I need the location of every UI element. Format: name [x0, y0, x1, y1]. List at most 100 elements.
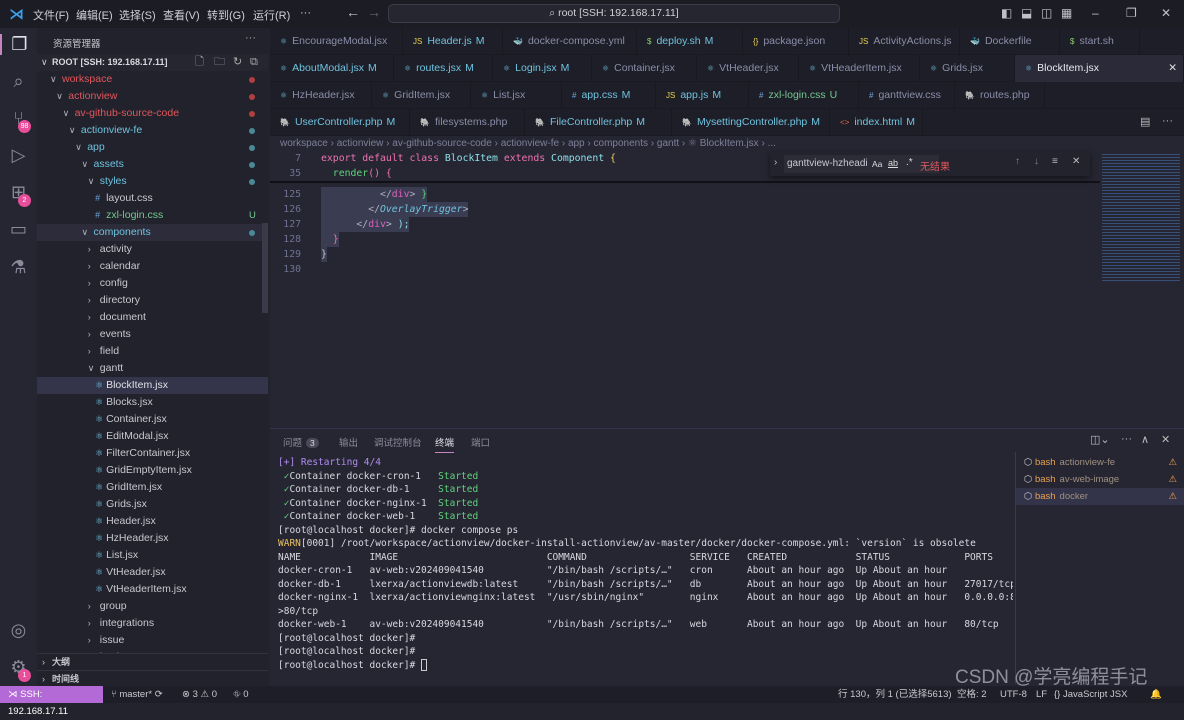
settings-gear-icon[interactable]: ⚙ 1: [0, 657, 37, 682]
breadcrumb-item[interactable]: av-github-source-code: [392, 138, 492, 149]
tab-problems[interactable]: 问题 3: [283, 435, 319, 449]
code-area[interactable]: 7 export default class BlockItem extends …: [270, 151, 1100, 421]
tree-item-calendar[interactable]: › calendar: [37, 258, 268, 275]
terminal-output[interactable]: [+] Restarting 4/4 ✓Container docker-cro…: [278, 456, 1013, 681]
run-debug-icon[interactable]: ▷: [0, 145, 37, 166]
menu-view[interactable]: 查看(V): [163, 7, 200, 23]
remote-explorer-icon[interactable]: ▭: [0, 219, 37, 240]
tab-aboutmodal-jsx[interactable]: ⚛ AboutModal.jsx M: [270, 55, 394, 82]
tree-item-vtheaderitem-jsx[interactable]: ⚛ VtHeaderItem.jsx: [37, 581, 268, 598]
regex-toggle[interactable]: .*: [906, 157, 913, 168]
ports-indicator[interactable]: ⛗ 0: [233, 686, 249, 703]
split-editor-icon[interactable]: ▤: [1140, 115, 1150, 128]
code-line[interactable]: 128 }: [270, 232, 1100, 247]
tab-ports[interactable]: 端口: [471, 435, 490, 449]
tree-item-grids-jsx[interactable]: ⚛ Grids.jsx: [37, 496, 268, 513]
back-arrow-icon[interactable]: ←: [346, 4, 360, 20]
menu-file[interactable]: 文件(F): [33, 7, 69, 23]
tab-hzheader-jsx[interactable]: ⚛ HzHeader.jsx: [270, 82, 372, 109]
code-line[interactable]: 129}: [270, 247, 1100, 262]
tab-deploy-sh[interactable]: $ deploy.sh M: [637, 28, 743, 55]
tree-item-field[interactable]: › field: [37, 343, 268, 360]
terminal-cursor[interactable]: [421, 659, 427, 671]
tab-terminal[interactable]: 终端: [435, 435, 455, 453]
tab-ganttview-css[interactable]: # ganttview.css: [859, 82, 955, 109]
cursor-position[interactable]: 行 130，列 1 (已选择5613): [838, 686, 952, 703]
tree-item-blocks-jsx[interactable]: ⚛ Blocks.jsx: [37, 394, 268, 411]
tree-item-hzheader-jsx[interactable]: ⚛ HzHeader.jsx: [37, 530, 268, 547]
tab-vtheaderitem-jsx[interactable]: ⚛ VtHeaderItem.jsx: [799, 55, 920, 82]
menu-selection[interactable]: 选择(S): [119, 7, 156, 23]
tree-item-actionview-fe[interactable]: ∨ actionview-fe: [37, 122, 268, 139]
tree-item-header-jsx[interactable]: ⚛ Header.jsx: [37, 513, 268, 530]
tab-encouragemodal-jsx[interactable]: ⚛ EncourageModal.jsx: [270, 28, 403, 55]
tree-item-styles[interactable]: ∨ styles: [37, 173, 268, 190]
tree-item-integrations[interactable]: › integrations: [37, 615, 268, 632]
tab-container-jsx[interactable]: ⚛ Container.jsx: [592, 55, 697, 82]
tab-docker-compose-yml[interactable]: 🐳 docker-compose.yml: [503, 28, 637, 55]
toggle-sidebar-icon[interactable]: ◧: [1001, 6, 1012, 20]
tree-item-container-jsx[interactable]: ⚛ Container.jsx: [37, 411, 268, 428]
problems-indicator[interactable]: ⊗ 3 ⚠ 0: [182, 686, 217, 703]
collapse-all-icon[interactable]: ⧉: [250, 54, 258, 71]
tab-blockitem-jsx[interactable]: ⚛ BlockItem.jsx ✕: [1015, 55, 1184, 82]
new-folder-icon[interactable]: 🗀: [214, 54, 225, 71]
terminal-item-av-web-image[interactable]: ⬡ bash av-web-image ⚠: [1016, 471, 1184, 488]
tab-grids-jsx[interactable]: ⚛ Grids.jsx: [920, 55, 1015, 82]
tree-item-gridemptyitem-jsx[interactable]: ⚛ GridEmptyItem.jsx: [37, 462, 268, 479]
code-line[interactable]: 127 </div> );: [270, 217, 1100, 232]
tree-item-document[interactable]: › document: [37, 309, 268, 326]
tree-item-filtercontainer-jsx[interactable]: ⚛ FilterContainer.jsx: [37, 445, 268, 462]
close-panel-icon[interactable]: ✕: [1161, 433, 1170, 446]
tab-routes-jsx[interactable]: ⚛ routes.jsx M: [394, 55, 493, 82]
close-window-button[interactable]: ✕: [1161, 6, 1171, 20]
more-actions-icon[interactable]: ···: [245, 32, 256, 44]
tree-item-actionview[interactable]: ∨ actionview: [37, 88, 268, 105]
match-whole-word-toggle[interactable]: ab: [888, 158, 898, 168]
panel-more-icon[interactable]: ···: [1121, 433, 1132, 445]
account-icon[interactable]: ◎: [0, 620, 37, 641]
tree-item-av-github-source-code[interactable]: ∨ av-github-source-code: [37, 105, 268, 122]
tab-app-css[interactable]: # app.css M: [562, 82, 656, 109]
editor[interactable]: workspace › actionview › av-github-sourc…: [270, 136, 1184, 428]
tree-item-list-jsx[interactable]: ⚛ List.jsx: [37, 547, 268, 564]
tab-header-js[interactable]: JS Header.js M: [403, 28, 503, 55]
tab-dockerfile[interactable]: 🐳 Dockerfile: [960, 28, 1060, 55]
breadcrumb-item[interactable]: actionview: [337, 138, 384, 149]
breadcrumb-item[interactable]: actionview-fe: [501, 138, 559, 149]
tree-item-zxl-login-css[interactable]: # zxl-login.css U: [37, 207, 268, 224]
tree-item-issue[interactable]: › issue: [37, 632, 268, 649]
customize-layout-icon[interactable]: ▦: [1061, 6, 1072, 20]
find-input[interactable]: ganttview-hzheadi: [784, 155, 939, 173]
sidebar-scrollbar[interactable]: [262, 223, 268, 313]
tree-item-assets[interactable]: ∨ assets: [37, 156, 268, 173]
extensions-icon[interactable]: ⊞ 2: [0, 182, 37, 207]
new-file-icon[interactable]: 🗋: [195, 54, 204, 71]
match-case-toggle[interactable]: Aa: [872, 159, 883, 169]
breadcrumb-item[interactable]: app: [568, 138, 585, 149]
tree-item-workspace[interactable]: ∨ workspace: [37, 71, 268, 88]
notifications-bell-icon[interactable]: 🔔: [1150, 686, 1162, 703]
branch-indicator[interactable]: ⑂ master* ⟳: [111, 686, 163, 703]
code-line[interactable]: 130: [270, 262, 1100, 277]
tree-item-activity[interactable]: › activity: [37, 241, 268, 258]
next-match-icon[interactable]: ↓: [1034, 156, 1039, 167]
close-find-icon[interactable]: ✕: [1072, 156, 1080, 167]
source-control-icon[interactable]: ⑂ 98: [0, 108, 37, 133]
breadcrumb-item[interactable]: gantt: [657, 138, 679, 149]
tree-item-events[interactable]: › events: [37, 326, 268, 343]
tree-item-blockitem-jsx[interactable]: ⚛ BlockItem.jsx: [37, 377, 268, 394]
tab-login-jsx[interactable]: ⚛ Login.jsx M: [493, 55, 592, 82]
toggle-secondary-sidebar-icon[interactable]: ◫: [1041, 6, 1052, 20]
tab-activityactions-js[interactable]: JS ActivityActions.js: [849, 28, 960, 55]
outline-section[interactable]: › 大纲: [37, 653, 268, 670]
split-terminal-icon[interactable]: ◫⌄: [1090, 433, 1110, 446]
explorer-icon[interactable]: ❐: [0, 34, 37, 55]
breadcrumb-item[interactable]: components: [594, 138, 648, 149]
tab-package-json[interactable]: {} package.json: [743, 28, 849, 55]
code-line[interactable]: 126 </OverlayTrigger>: [270, 202, 1100, 217]
minimize-button[interactable]: –: [1092, 6, 1099, 20]
tab-index-html[interactable]: <> index.html M: [830, 109, 923, 136]
terminal-item-actionview-fe[interactable]: ⬡ bash actionview-fe ⚠: [1016, 454, 1184, 471]
tree-item-directory[interactable]: › directory: [37, 292, 268, 309]
